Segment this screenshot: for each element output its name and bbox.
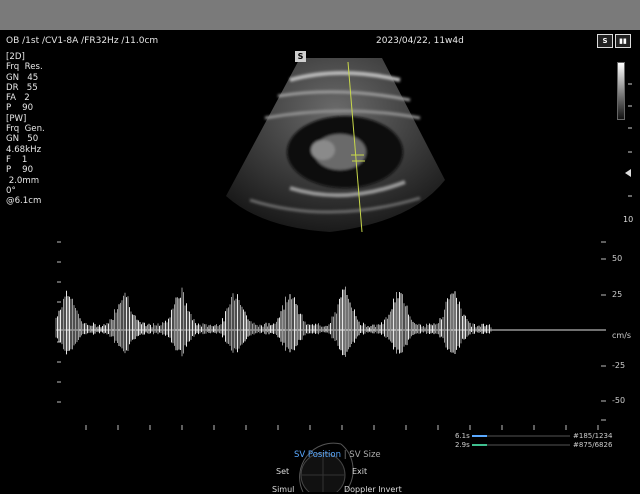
menu-exit[interactable]: Exit xyxy=(352,467,367,476)
menu-set[interactable]: Set xyxy=(276,467,289,476)
menu-simul[interactable]: Simul xyxy=(272,485,294,494)
menu-selected-label: SV Position xyxy=(294,450,342,460)
menu-selected-sv-position[interactable]: SV Position | SV Size xyxy=(294,450,381,460)
menu-separator: | xyxy=(343,450,347,460)
menu-sv-size[interactable]: SV Size xyxy=(349,450,380,460)
menu-doppler-invert[interactable]: Doppler Invert xyxy=(344,485,402,494)
menu-dial xyxy=(299,442,354,492)
